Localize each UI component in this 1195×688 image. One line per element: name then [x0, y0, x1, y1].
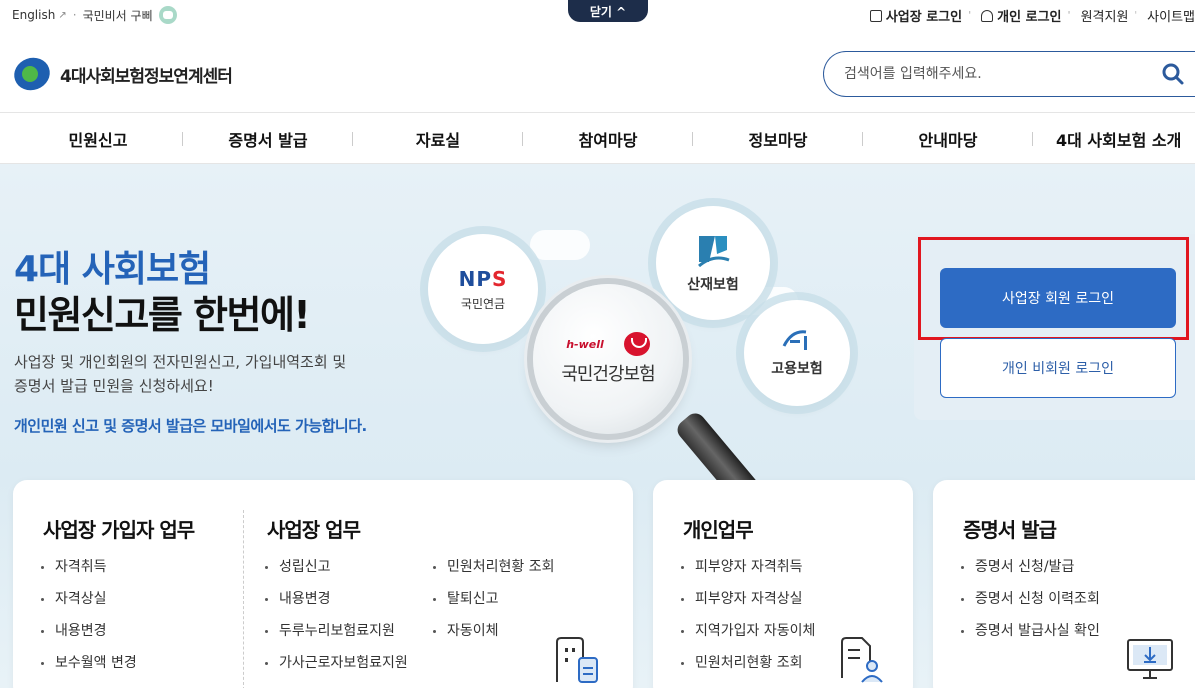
- business-login-link[interactable]: 사업장 로그인 ': [869, 6, 971, 25]
- list-item[interactable]: 자격상실: [39, 583, 137, 615]
- nps-bubble: NPS 국민연금: [428, 234, 538, 344]
- hero-description: 사업장 및 개인회원의 전자민원신고, 가입내역조회 및 증명서 발급 민원을 …: [14, 353, 347, 395]
- biz-list-col2: 민원처리현황 조회 탈퇴신고 자동이체: [431, 551, 555, 647]
- certificate-card: 증명서 발급 증명서 신청/발급 증명서 신청 이력조회 증명서 발급사실 확인: [933, 480, 1195, 688]
- card-divider: [243, 510, 244, 688]
- personal-list: 피부양자 자격취득 피부양자 자격상실 지역가입자 자동이체 민원처리현황 조회: [679, 551, 815, 679]
- biz-subscriber-title: 사업장 가입자 업무: [43, 518, 195, 542]
- list-item[interactable]: 가사근로자보험료지원: [263, 647, 408, 679]
- close-tab-button[interactable]: 닫기 ^: [568, 0, 648, 22]
- utility-right: 사업장 로그인 ' 개인 로그인 ' 원격지원 ' 사이트맵: [860, 6, 1195, 25]
- nav-item-civil[interactable]: 민원신고: [13, 127, 183, 151]
- biz-list-col1: 성립신고 내용변경 두루누리보험료지원 가사근로자보험료지원: [263, 551, 408, 679]
- list-item[interactable]: 피부양자 자격상실: [679, 583, 815, 615]
- biz-title: 사업장 업무: [267, 518, 361, 542]
- search-input[interactable]: [844, 63, 1144, 85]
- search-box: [823, 51, 1195, 97]
- list-item[interactable]: 지역가입자 자동이체: [679, 615, 815, 647]
- kcomwel-bubble: 산재보험: [656, 206, 770, 320]
- list-item[interactable]: 민원처리현황 조회: [679, 647, 815, 679]
- personal-card: 개인업무 피부양자 자격취득 피부양자 자격상실 지역가입자 자동이체 민원처리…: [653, 480, 913, 688]
- utility-left: English ↗ · 국민비서 구삐: [12, 6, 177, 24]
- building-icon: [869, 9, 882, 22]
- remote-support-link[interactable]: 원격지원 ': [1081, 6, 1138, 25]
- nav-item-guide[interactable]: 안내마당: [863, 127, 1033, 151]
- logo-icon: [9, 52, 55, 96]
- list-item[interactable]: 증명서 신청/발급: [959, 551, 1100, 583]
- list-item[interactable]: 자격취득: [39, 551, 137, 583]
- building-doc-icon: [556, 637, 598, 683]
- list-item[interactable]: 내용변경: [263, 583, 408, 615]
- business-card: 사업장 가입자 업무 자격취득 자격상실 내용변경 보수월액 변경 사업장 업무…: [13, 480, 633, 688]
- nhis-magnifier: h-well 국민건강보험: [533, 284, 683, 434]
- cloud-decoration: [530, 230, 590, 260]
- english-link[interactable]: English: [12, 8, 55, 22]
- heart-icon: [623, 332, 650, 356]
- list-item[interactable]: 증명서 발급사실 확인: [959, 615, 1100, 647]
- list-item[interactable]: 자동이체: [431, 615, 555, 647]
- business-member-login-button[interactable]: 사업장 회원 로그인: [940, 268, 1176, 328]
- list-item[interactable]: 보수월액 변경: [39, 647, 137, 679]
- ei-bubble: 고용보험: [744, 300, 850, 406]
- nav-item-participation[interactable]: 참여마당: [523, 127, 693, 151]
- list-item[interactable]: 민원처리현황 조회: [431, 551, 555, 583]
- personal-login-link[interactable]: 개인 로그인 ': [981, 6, 1071, 25]
- search-icon[interactable]: [1161, 62, 1185, 86]
- biz-subscriber-list: 자격취득 자격상실 내용변경 보수월액 변경: [39, 551, 137, 679]
- nav-item-about[interactable]: 4대 사회보험 소개: [1030, 127, 1195, 151]
- kcomwel-logo-icon: [698, 236, 730, 268]
- cert-title: 증명서 발급: [963, 518, 1057, 542]
- person-doc-icon: [841, 637, 883, 683]
- robot-icon: [158, 6, 177, 24]
- nav-item-certificate[interactable]: 증명서 발급: [183, 127, 353, 151]
- person-icon: [981, 9, 994, 22]
- list-item[interactable]: 내용변경: [39, 615, 137, 647]
- external-link-icon: ↗: [58, 9, 67, 21]
- main-nav: 민원신고 증명서 발급 자료실 참여마당 정보마당 안내마당 4대 사회보험 소…: [0, 112, 1195, 164]
- secretary-link[interactable]: 국민비서 구삐: [83, 7, 153, 24]
- list-item[interactable]: 탈퇴신고: [431, 583, 555, 615]
- hero-mobile-note: 개인민원 신고 및 증명서 발급은 모바일에서도 가능합니다.: [14, 417, 367, 435]
- nav-item-library[interactable]: 자료실: [353, 127, 523, 151]
- site-header: 4대사회보험정보연계센터: [0, 34, 1195, 112]
- personal-guest-login-button[interactable]: 개인 비회원 로그인: [940, 338, 1176, 398]
- monitor-download-icon: [1127, 639, 1173, 679]
- site-logo[interactable]: 4대사회보험정보연계센터: [9, 52, 233, 96]
- sitemap-link[interactable]: 사이트맵: [1147, 6, 1195, 25]
- ei-logo-icon: [782, 330, 807, 350]
- hero-title-line2: 민원신고를 한번에!: [14, 293, 311, 337]
- logo-text: 4대사회보험정보연계센터: [60, 66, 233, 87]
- list-item[interactable]: 피부양자 자격취득: [679, 551, 815, 583]
- list-item[interactable]: 두루누리보험료지원: [263, 615, 408, 647]
- nhis-logo: h-well: [566, 332, 650, 356]
- list-item[interactable]: 증명서 신청 이력조회: [959, 583, 1100, 615]
- utility-bar: English ↗ · 국민비서 구삐 닫기 ^ 사업장 로그인 ' 개인 로그…: [0, 0, 1195, 34]
- nps-logo: NPS: [458, 266, 508, 291]
- personal-title: 개인업무: [683, 518, 754, 542]
- nav-item-info[interactable]: 정보마당: [693, 127, 863, 151]
- list-item[interactable]: 성립신고: [263, 551, 408, 583]
- cert-list: 증명서 신청/발급 증명서 신청 이력조회 증명서 발급사실 확인: [959, 551, 1100, 647]
